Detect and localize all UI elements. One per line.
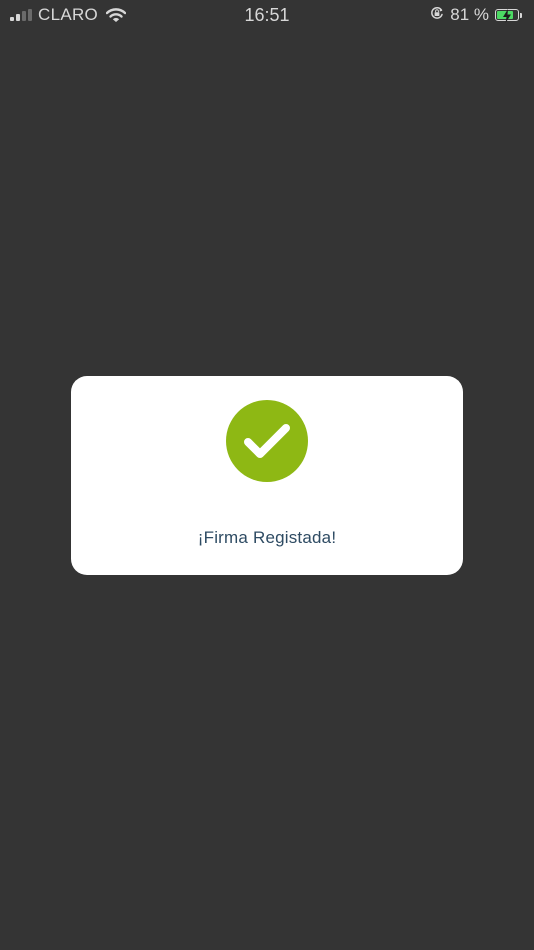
status-bar-left: CLARO bbox=[10, 5, 127, 24]
wifi-icon bbox=[106, 7, 127, 23]
orientation-lock-icon bbox=[430, 5, 444, 25]
carrier-name: CLARO bbox=[38, 5, 99, 24]
signal-icon bbox=[10, 9, 32, 21]
battery-percent: 81 % bbox=[450, 5, 489, 24]
success-dialog: ¡Firma Registada! bbox=[71, 376, 463, 575]
status-bar-right: 81 % bbox=[430, 5, 522, 25]
success-message: ¡Firma Registada! bbox=[197, 528, 337, 547]
status-bar: CLARO 16:51 81 % bbox=[0, 0, 534, 30]
battery-charging-icon bbox=[495, 9, 522, 23]
check-circle-icon bbox=[226, 400, 308, 482]
